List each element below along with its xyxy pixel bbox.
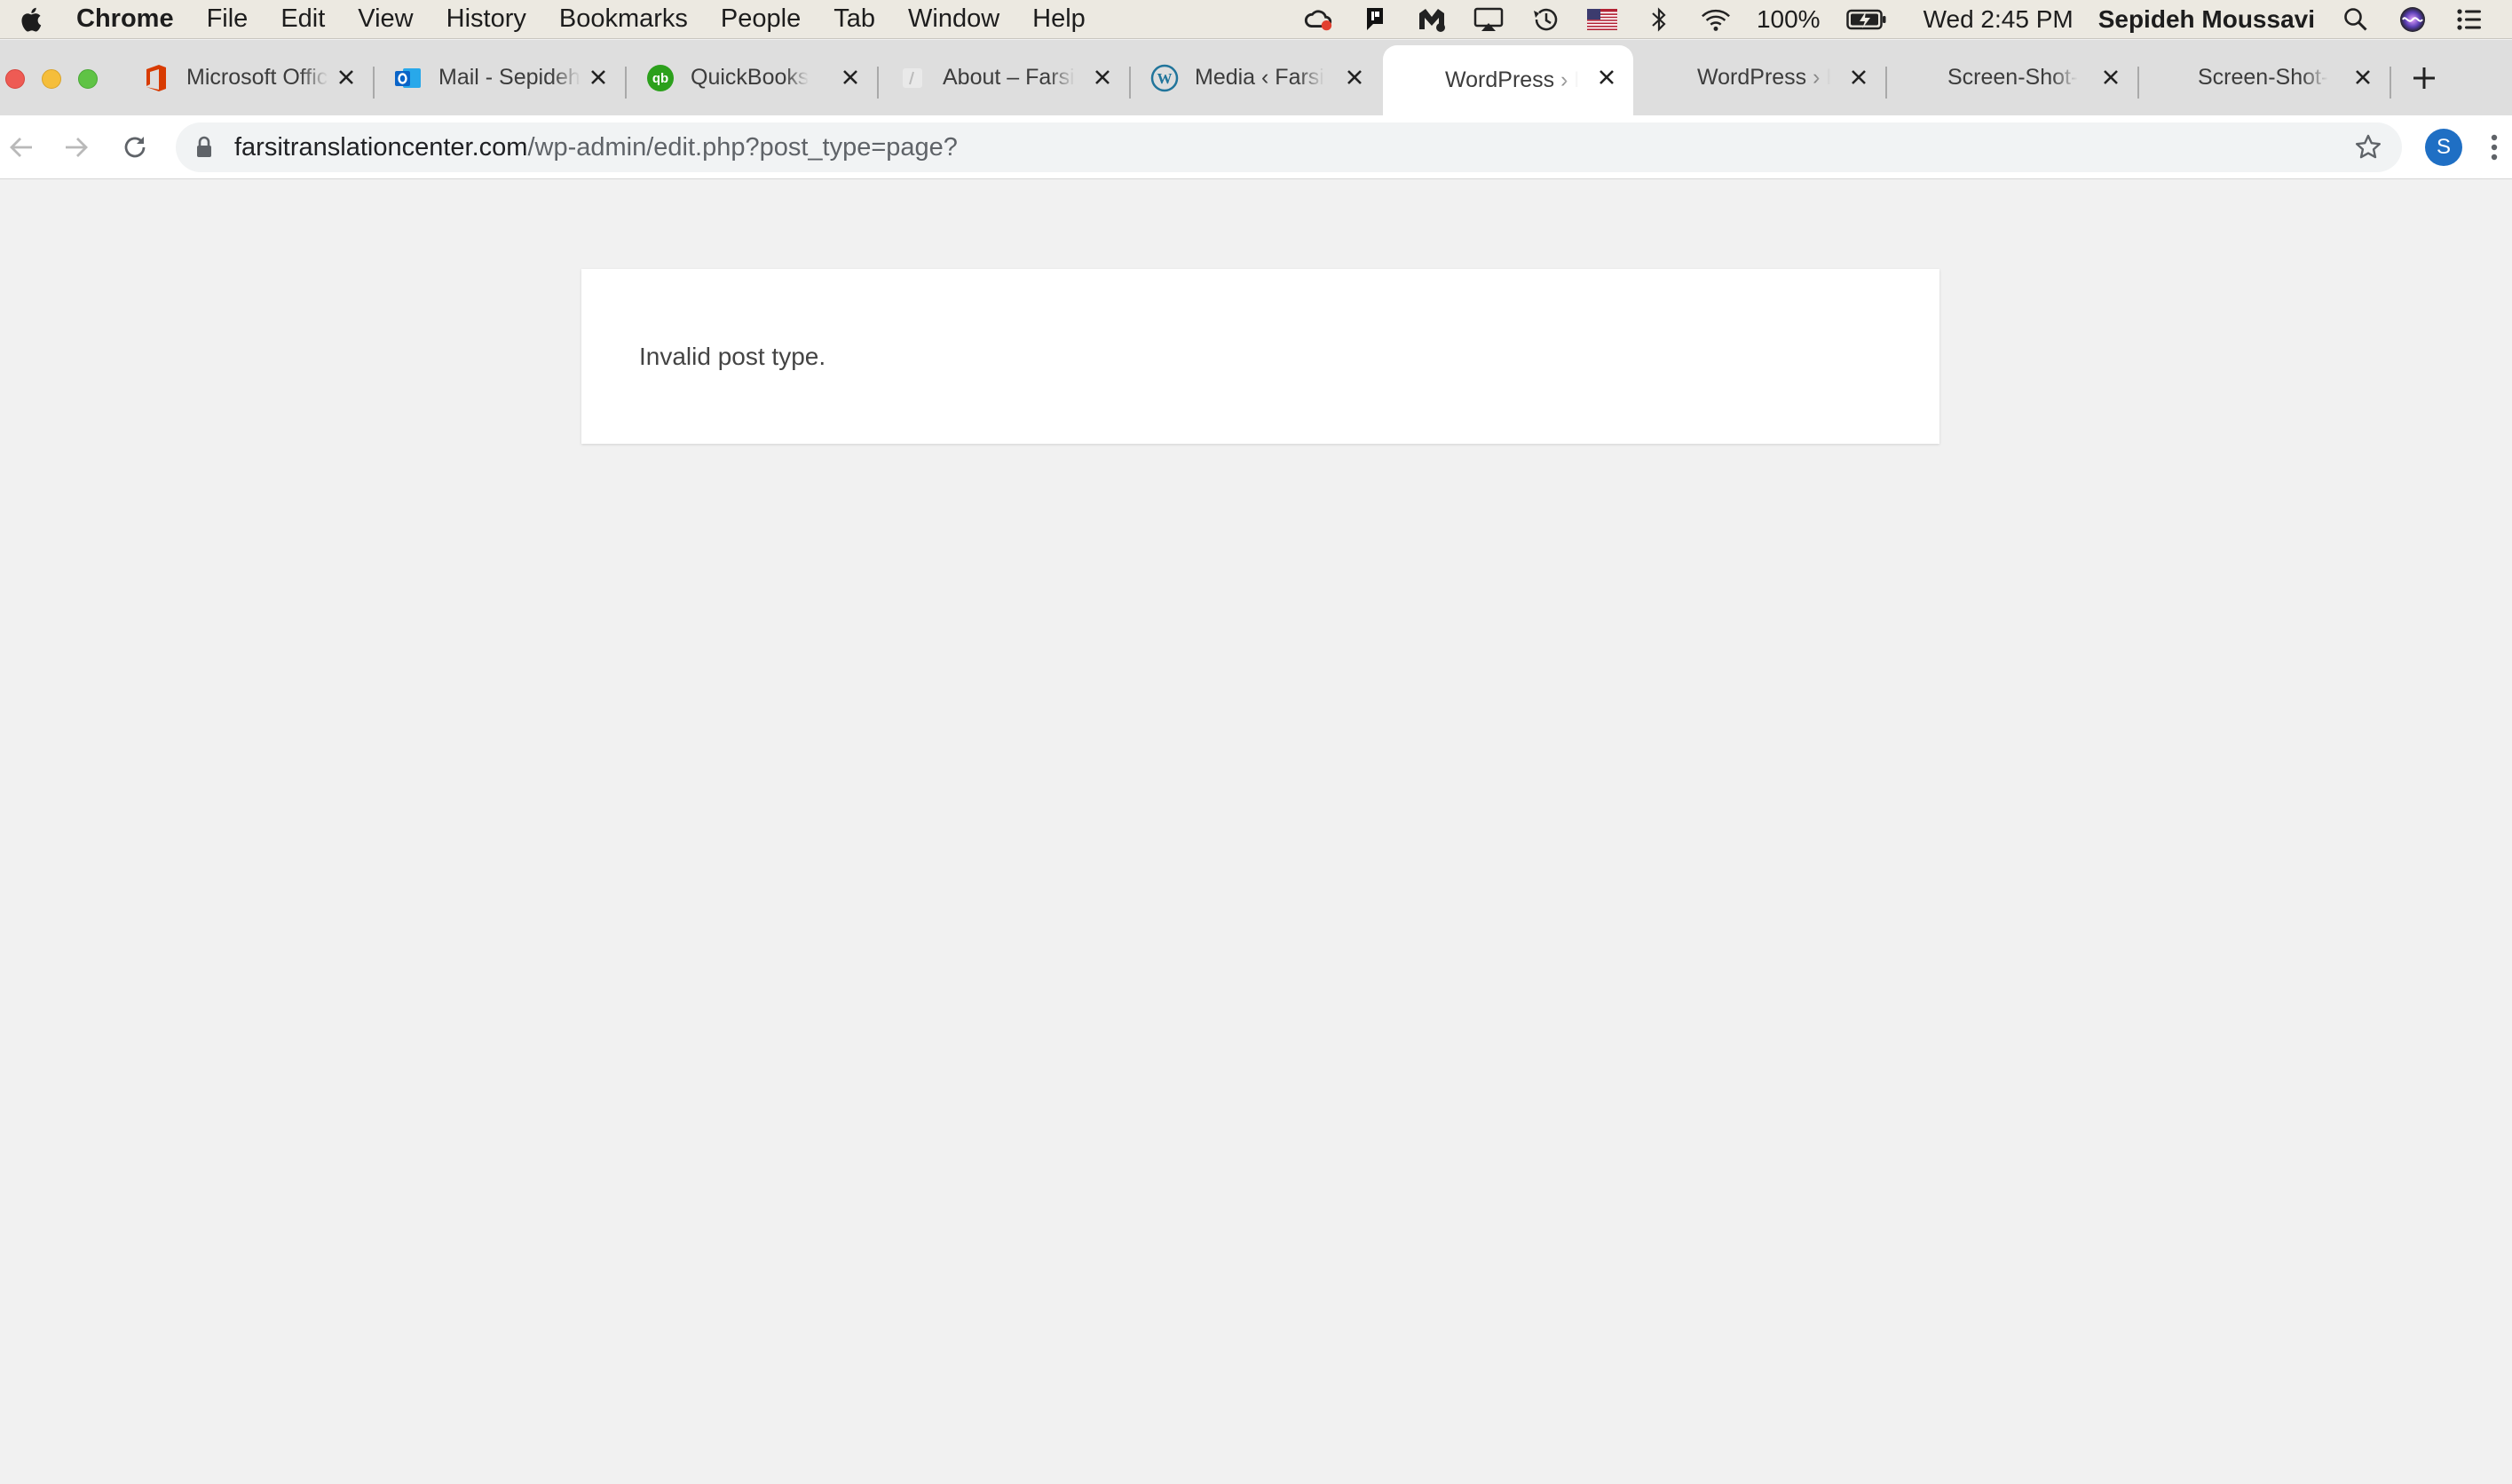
menu-edit[interactable]: Edit xyxy=(280,4,325,34)
tab-title: Media ‹ Farsi xyxy=(1195,65,1324,90)
battery-icon[interactable] xyxy=(1845,6,1887,33)
error-message: Invalid post type. xyxy=(639,342,826,370)
lock-icon[interactable] xyxy=(195,135,217,160)
tab-screen-shot[interactable]: Screen-Shot- xyxy=(2139,40,2391,115)
close-icon[interactable] xyxy=(1340,63,1369,91)
menu-people[interactable]: People xyxy=(721,4,801,34)
close-icon[interactable] xyxy=(2097,63,2125,91)
tab-wordpress[interactable]: WordPress › E xyxy=(1635,40,1887,115)
tab-title: QuickBooks xyxy=(691,65,810,90)
tab-separator xyxy=(1129,67,1131,99)
tab-separator xyxy=(2390,67,2391,99)
tab-title: Screen-Shot- xyxy=(1947,65,2079,90)
wifi-icon[interactable] xyxy=(1701,6,1731,33)
close-icon[interactable] xyxy=(1088,63,1117,91)
browser-toolbar: farsitranslationcenter.com/wp-admin/edit… xyxy=(0,115,2512,179)
more-menu-icon[interactable] xyxy=(2485,130,2503,165)
menu-view[interactable]: View xyxy=(358,4,413,34)
tab-title: Screen-Shot- xyxy=(2198,65,2329,90)
tab-title: About – Farsi xyxy=(943,65,1075,90)
tab-wordpress-active[interactable]: WordPress › E xyxy=(1383,45,1633,115)
window-minimize-button[interactable] xyxy=(42,69,61,89)
close-icon[interactable] xyxy=(836,63,865,91)
quickbooks-icon: qb xyxy=(646,64,675,92)
menu-window[interactable]: Window xyxy=(908,4,999,34)
spotlight-icon[interactable] xyxy=(2341,6,2371,33)
siri-icon[interactable] xyxy=(2397,6,2428,33)
creative-cloud-icon[interactable] xyxy=(1303,6,1333,33)
control-center-icon[interactable] xyxy=(2454,6,2484,33)
tab-separator xyxy=(625,67,627,99)
menu-tab[interactable]: Tab xyxy=(833,4,875,34)
tab-screen-shot[interactable]: Screen-Shot- xyxy=(1887,40,2139,115)
malwarebytes-icon[interactable] xyxy=(1417,6,1447,33)
new-tab-button[interactable] xyxy=(2407,61,2441,95)
menu-file[interactable]: File xyxy=(207,4,249,34)
url-domain: farsitranslationcenter.com xyxy=(234,132,528,162)
tab-title: Microsoft Office xyxy=(186,65,328,90)
reload-button[interactable] xyxy=(119,131,151,163)
airplay-icon[interactable] xyxy=(1473,6,1504,33)
bluetooth-icon[interactable] xyxy=(1644,6,1674,33)
site-icon xyxy=(898,64,927,92)
svg-text:W: W xyxy=(1157,70,1173,87)
tab-about-farsi[interactable]: About – Farsi xyxy=(897,40,1131,115)
menu-help[interactable]: Help xyxy=(1032,4,1086,34)
macos-menu-bar: Chrome File Edit View History Bookmarks … xyxy=(0,0,2512,39)
menu-history[interactable]: History xyxy=(446,4,526,34)
menubar-user-name[interactable]: Sepideh Moussavi xyxy=(2098,5,2315,34)
window-zoom-button[interactable] xyxy=(78,69,98,89)
window-close-button[interactable] xyxy=(5,69,25,89)
menu-chrome[interactable]: Chrome xyxy=(76,4,174,34)
profile-avatar[interactable]: S xyxy=(2425,129,2462,166)
error-message-box: Invalid post type. xyxy=(581,269,1939,444)
page-content: Invalid post type. xyxy=(0,180,2512,1484)
tab-strip: Microsoft Office Mail - Sepideh qb Quick… xyxy=(0,40,2512,115)
svg-text:qb: qb xyxy=(652,71,668,86)
tab-mail[interactable]: Mail - Sepideh xyxy=(392,40,627,115)
menu-bookmarks[interactable]: Bookmarks xyxy=(559,4,688,34)
outlook-icon xyxy=(394,64,423,92)
tab-title: WordPress › E xyxy=(1697,65,1830,90)
back-button[interactable] xyxy=(5,131,37,163)
bookmark-star-icon[interactable] xyxy=(2354,133,2382,162)
close-icon[interactable] xyxy=(584,63,612,91)
forward-button[interactable] xyxy=(60,131,92,163)
close-icon[interactable] xyxy=(332,63,360,91)
close-icon[interactable] xyxy=(2349,63,2377,91)
wordpress-icon: W xyxy=(1150,64,1179,92)
status-area: 100% Wed 2:45 PM Sepideh Moussavi xyxy=(1290,0,2498,39)
close-icon[interactable] xyxy=(1845,63,1873,91)
address-bar[interactable]: farsitranslationcenter.com/wp-admin/edit… xyxy=(176,122,2402,172)
us-flag-icon[interactable] xyxy=(1586,6,1617,33)
tab-separator xyxy=(373,67,375,99)
time-machine-icon[interactable] xyxy=(1530,6,1560,33)
close-icon[interactable] xyxy=(1592,63,1621,91)
tab-quickbooks[interactable]: qb QuickBooks xyxy=(644,40,879,115)
url-text[interactable]: farsitranslationcenter.com/wp-admin/edit… xyxy=(234,133,958,162)
tab-title: WordPress › E xyxy=(1445,67,1578,92)
menubar-clock[interactable]: Wed 2:45 PM xyxy=(1923,5,2074,34)
tab-media-farsi[interactable]: W Media ‹ Farsi xyxy=(1149,40,1381,115)
tab-title: Mail - Sepideh xyxy=(438,65,581,90)
url-path: /wp-admin/edit.php?post_type=page? xyxy=(527,132,958,162)
battery-percent: 100% xyxy=(1756,5,1821,33)
tab-microsoft-office[interactable]: Microsoft Office xyxy=(140,40,375,115)
apple-icon[interactable] xyxy=(20,5,44,34)
office-icon xyxy=(142,64,170,92)
tab-separator xyxy=(877,67,879,99)
pushbullet-icon[interactable] xyxy=(1360,6,1390,33)
